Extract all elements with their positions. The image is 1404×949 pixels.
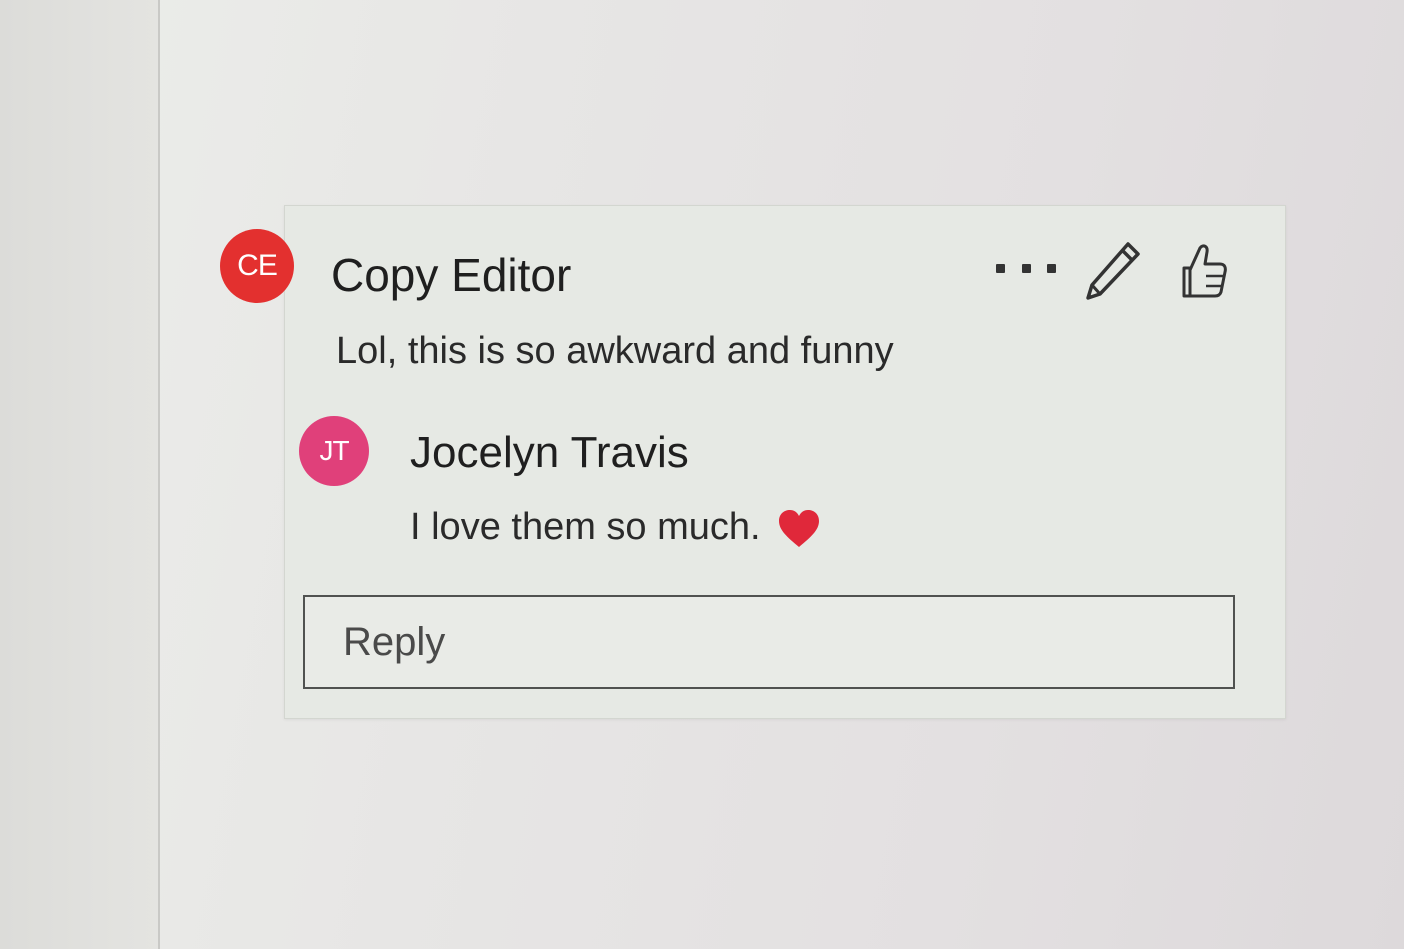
more-options-icon[interactable] [996, 256, 1056, 280]
dot [1021, 263, 1031, 273]
reply-text-line: I love them so much. [410, 506, 821, 549]
reply-input[interactable]: Reply [303, 595, 1235, 689]
avatar-copy-editor: CE [220, 229, 294, 303]
heart-icon [778, 509, 819, 547]
reply-placeholder: Reply [343, 619, 446, 664]
comment-author: Copy Editor [331, 249, 572, 301]
dot [996, 263, 1005, 273]
comment-text: Lol, this is so awkward and funny [336, 330, 894, 372]
dot [1047, 263, 1056, 273]
pencil-icon[interactable] [1082, 238, 1144, 304]
thumbs-up-icon[interactable] [1176, 240, 1232, 302]
reply-text: I love them so much. [410, 506, 761, 548]
pane-divider [158, 0, 160, 949]
reply-author: Jocelyn Travis [410, 428, 689, 477]
left-panel [0, 0, 160, 949]
avatar-jocelyn-travis: JT [299, 416, 369, 486]
